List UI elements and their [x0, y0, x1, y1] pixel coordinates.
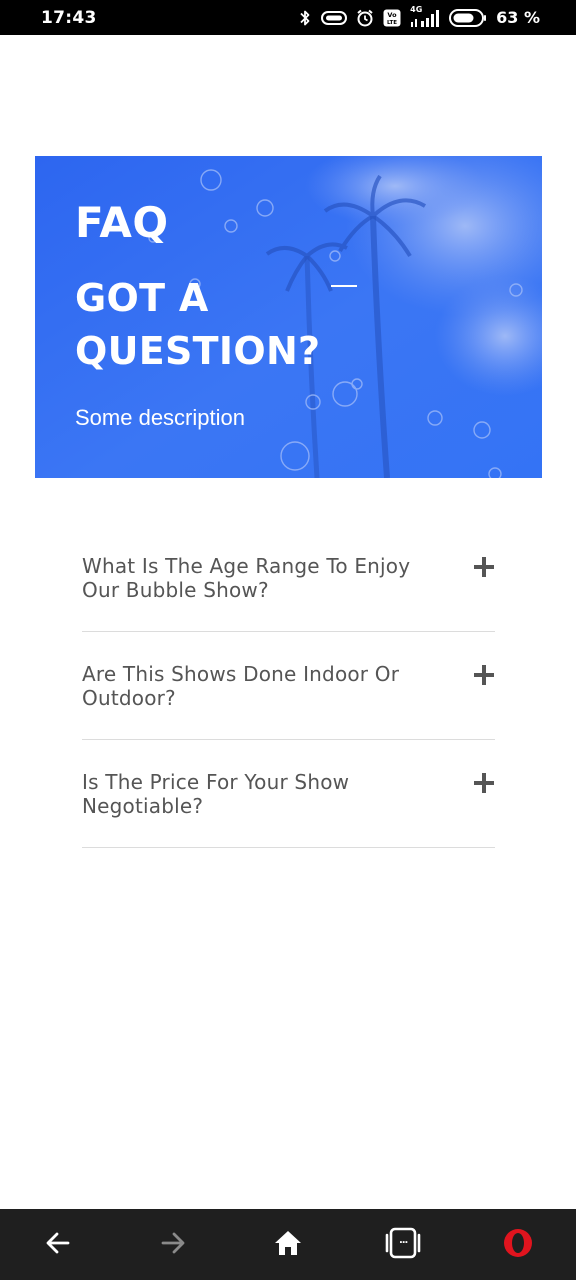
plus-icon[interactable]	[473, 664, 495, 686]
battery-percent: 63 %	[496, 8, 540, 27]
faq-question[interactable]: Is The Price For Your Show Negotiable?	[82, 770, 452, 818]
home-icon[interactable]	[258, 1213, 318, 1273]
back-arrow-icon[interactable]	[28, 1213, 88, 1273]
plus-icon[interactable]	[473, 556, 495, 578]
tabs-icon[interactable]: ...	[373, 1213, 433, 1273]
faq-item[interactable]: Are This Shows Done Indoor Or Outdoor?	[82, 632, 495, 740]
hero-description: Some description	[75, 405, 245, 430]
status-icons: Vo LTE 4G 63 %	[298, 5, 540, 28]
battery-icon	[449, 8, 487, 27]
alarm-icon	[356, 9, 374, 27]
opera-logo-icon[interactable]	[488, 1213, 548, 1273]
faq-question[interactable]: Are This Shows Done Indoor Or Outdoor?	[82, 662, 452, 710]
signal-4g-icon: 4G	[410, 5, 440, 28]
faq-list: What Is The Age Range To Enjoy Our Bubbl…	[82, 524, 495, 848]
bluetooth-icon	[298, 9, 312, 27]
tabs-count-label: ...	[398, 1234, 408, 1246]
vibrate-icon	[321, 10, 348, 26]
forward-arrow-icon[interactable]	[143, 1213, 203, 1273]
hero-title: FAQ	[75, 198, 169, 247]
faq-item[interactable]: Is The Price For Your Show Negotiable?	[82, 740, 495, 848]
browser-bottom-nav: ...	[0, 1209, 576, 1280]
svg-text:LTE: LTE	[387, 20, 397, 26]
hero-subtitle: GOT A QUESTION?	[75, 276, 321, 373]
faq-hero-banner: FAQ GOT A QUESTION? Some description	[35, 156, 542, 478]
status-bar: 17:43 Vo LTE 4G 63 %	[0, 0, 576, 35]
svg-text:Vo: Vo	[388, 11, 398, 19]
faq-question[interactable]: What Is The Age Range To Enjoy Our Bubbl…	[82, 554, 452, 602]
plus-icon[interactable]	[473, 772, 495, 794]
faq-item[interactable]: What Is The Age Range To Enjoy Our Bubbl…	[82, 524, 495, 632]
status-time: 17:43	[41, 7, 97, 28]
volte-icon: Vo LTE	[383, 9, 401, 27]
